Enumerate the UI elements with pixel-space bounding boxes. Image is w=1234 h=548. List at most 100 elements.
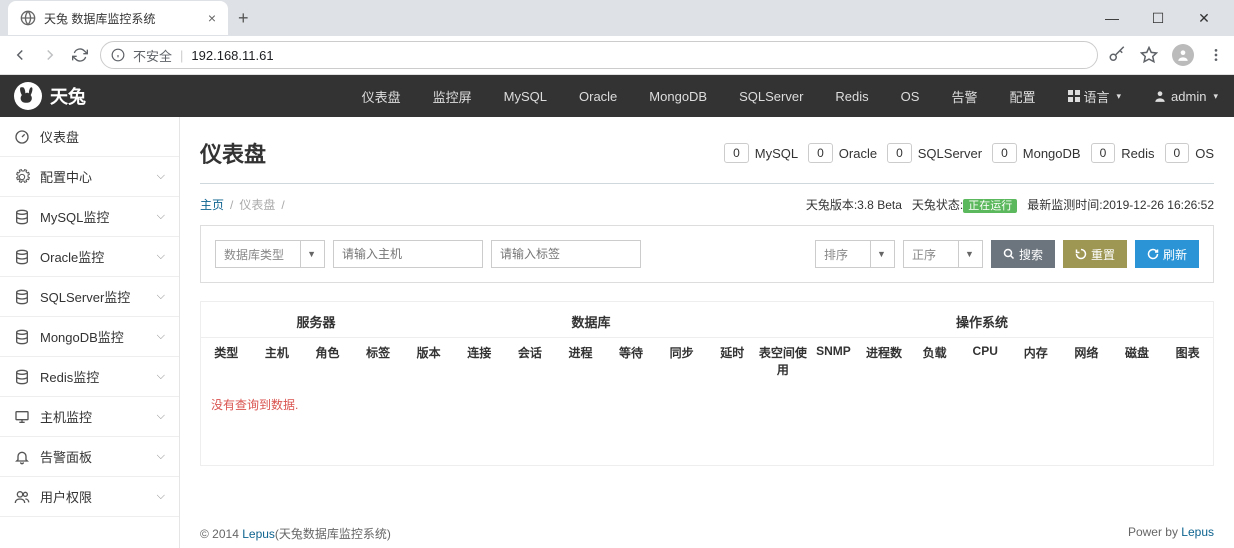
column-header[interactable]: 角色 bbox=[302, 344, 353, 378]
sidebar-item-6[interactable]: Redis监控⌵ bbox=[0, 357, 179, 397]
star-icon[interactable] bbox=[1140, 46, 1158, 64]
tab-title: 天兔 数据库监控系统 bbox=[44, 10, 155, 27]
nav-mysql[interactable]: MySQL bbox=[488, 75, 563, 117]
nav-redis[interactable]: Redis bbox=[819, 75, 884, 117]
gear-icon bbox=[14, 169, 30, 185]
column-header[interactable]: 会话 bbox=[505, 344, 556, 378]
url-input[interactable]: 不安全 | 192.168.11.61 bbox=[100, 41, 1098, 69]
breadcrumb-row: 主页 / 仪表盘 / 天兔版本:3.8 Beta 天兔状态:正在运行 最新监测时… bbox=[200, 184, 1214, 225]
refresh-icon bbox=[1147, 248, 1159, 260]
search-button[interactable]: 搜索 bbox=[991, 240, 1055, 268]
reset-icon bbox=[1075, 248, 1087, 260]
back-button[interactable] bbox=[10, 45, 30, 65]
column-header[interactable]: 图表 bbox=[1162, 344, 1213, 378]
sidebar-item-4[interactable]: SQLServer监控⌵ bbox=[0, 277, 179, 317]
tag-input[interactable] bbox=[491, 240, 641, 268]
db-type-select[interactable]: 数据库类型▼ bbox=[215, 240, 325, 268]
column-header[interactable]: 进程 bbox=[555, 344, 606, 378]
group-os: 操作系统 bbox=[751, 312, 1213, 331]
sidebar-item-2[interactable]: MySQL监控⌵ bbox=[0, 197, 179, 237]
column-header[interactable]: 同步 bbox=[656, 344, 707, 378]
sidebar-item-9[interactable]: 用户权限⌵ bbox=[0, 477, 179, 517]
nav-alert[interactable]: 告警 bbox=[935, 75, 993, 117]
column-header[interactable]: 类型 bbox=[201, 344, 252, 378]
chevron-down-icon: ⌵ bbox=[157, 290, 165, 303]
order-select[interactable]: 正序▼ bbox=[903, 240, 983, 268]
column-header[interactable]: 负载 bbox=[909, 344, 960, 378]
stat-mysql[interactable]: 0MySQL bbox=[724, 143, 798, 163]
copyright: © 2014 Lepus(天兔数据库监控系统) bbox=[200, 525, 391, 542]
column-header[interactable]: 进程数 bbox=[859, 344, 910, 378]
sidebar-item-7[interactable]: 主机监控⌵ bbox=[0, 397, 179, 437]
minimize-button[interactable]: — bbox=[1090, 3, 1134, 33]
address-bar: 不安全 | 192.168.11.61 bbox=[0, 36, 1234, 74]
sidebar-item-0[interactable]: 仪表盘 bbox=[0, 117, 179, 157]
footer-brand-link[interactable]: Lepus bbox=[242, 527, 275, 541]
grid-icon bbox=[1068, 90, 1080, 102]
nav-dashboard[interactable]: 仪表盘 bbox=[346, 75, 417, 117]
page-header: 仪表盘 0MySQL0Oracle0SQLServer0MongoDB0Redi… bbox=[200, 129, 1214, 184]
status-info: 天兔版本:3.8 Beta 天兔状态:正在运行 最新监测时间:2019-12-2… bbox=[806, 196, 1214, 213]
stat-label: Redis bbox=[1121, 146, 1154, 161]
info-icon bbox=[111, 48, 125, 62]
bell-icon bbox=[14, 449, 30, 465]
reset-button[interactable]: 重置 bbox=[1063, 240, 1127, 268]
column-header[interactable]: 网络 bbox=[1061, 344, 1112, 378]
group-db: 数据库 bbox=[431, 312, 751, 331]
sidebar-item-1[interactable]: 配置中心⌵ bbox=[0, 157, 179, 197]
sidebar-item-8[interactable]: 告警面板⌵ bbox=[0, 437, 179, 477]
browser-chrome: 天兔 数据库监控系统 × + — ☐ ✕ 不安全 | 192.168.11.61 bbox=[0, 0, 1234, 75]
column-header[interactable]: 表空间使用 bbox=[758, 344, 809, 378]
column-header[interactable]: 磁盘 bbox=[1112, 344, 1163, 378]
sidebar-item-5[interactable]: MongoDB监控⌵ bbox=[0, 317, 179, 357]
globe-icon bbox=[20, 10, 36, 26]
logo[interactable]: 天兔 bbox=[0, 82, 180, 110]
sort-select[interactable]: 排序▼ bbox=[815, 240, 895, 268]
nav-sqlserver[interactable]: SQLServer bbox=[723, 75, 819, 117]
nav-user[interactable]: admin▾ bbox=[1137, 75, 1234, 117]
db-icon bbox=[14, 209, 30, 225]
forward-button[interactable] bbox=[40, 45, 60, 65]
search-icon bbox=[1003, 248, 1015, 260]
sidebar-item-label: Redis监控 bbox=[40, 367, 99, 386]
last-time-value: 2019-12-26 16:26:52 bbox=[1103, 198, 1214, 212]
nav-config[interactable]: 配置 bbox=[993, 75, 1051, 117]
breadcrumb-home[interactable]: 主页 bbox=[200, 196, 224, 213]
column-header[interactable]: 延时 bbox=[707, 344, 758, 378]
new-tab-button[interactable]: + bbox=[238, 8, 249, 29]
maximize-button[interactable]: ☐ bbox=[1136, 3, 1180, 33]
stat-mongodb[interactable]: 0MongoDB bbox=[992, 143, 1081, 163]
nav-monitor-screen[interactable]: 监控屏 bbox=[417, 75, 488, 117]
tab-bar: 天兔 数据库监控系统 × + — ☐ ✕ bbox=[0, 0, 1234, 36]
column-header[interactable]: CPU bbox=[960, 344, 1011, 378]
kebab-menu-icon[interactable] bbox=[1208, 47, 1224, 63]
column-header[interactable]: 内存 bbox=[1011, 344, 1062, 378]
column-header[interactable]: 主机 bbox=[252, 344, 303, 378]
key-icon[interactable] bbox=[1108, 46, 1126, 64]
power-by-link[interactable]: Lepus bbox=[1181, 525, 1214, 539]
stat-sqlserver[interactable]: 0SQLServer bbox=[887, 143, 982, 163]
column-header[interactable]: 等待 bbox=[606, 344, 657, 378]
sidebar-item-3[interactable]: Oracle监控⌵ bbox=[0, 237, 179, 277]
nav-language[interactable]: 语言▾ bbox=[1052, 75, 1138, 117]
column-header[interactable]: 版本 bbox=[403, 344, 454, 378]
host-input[interactable] bbox=[333, 240, 483, 268]
close-tab-icon[interactable]: × bbox=[208, 10, 216, 26]
users-icon bbox=[14, 489, 30, 505]
nav-os[interactable]: OS bbox=[885, 75, 936, 117]
stat-os[interactable]: 0OS bbox=[1165, 143, 1214, 163]
stat-oracle[interactable]: 0Oracle bbox=[808, 143, 877, 163]
sidebar: 仪表盘配置中心⌵MySQL监控⌵Oracle监控⌵SQLServer监控⌵Mon… bbox=[0, 117, 180, 548]
reload-button[interactable] bbox=[70, 45, 90, 65]
column-header[interactable]: 连接 bbox=[454, 344, 505, 378]
close-window-button[interactable]: ✕ bbox=[1182, 3, 1226, 33]
stat-redis[interactable]: 0Redis bbox=[1091, 143, 1155, 163]
column-header[interactable]: 标签 bbox=[353, 344, 404, 378]
nav-mongodb[interactable]: MongoDB bbox=[633, 75, 723, 117]
profile-avatar[interactable] bbox=[1172, 44, 1194, 66]
stat-count: 0 bbox=[724, 143, 749, 163]
nav-oracle[interactable]: Oracle bbox=[563, 75, 633, 117]
refresh-button[interactable]: 刷新 bbox=[1135, 240, 1199, 268]
browser-tab[interactable]: 天兔 数据库监控系统 × bbox=[8, 1, 228, 35]
column-header[interactable]: SNMP bbox=[808, 344, 859, 378]
